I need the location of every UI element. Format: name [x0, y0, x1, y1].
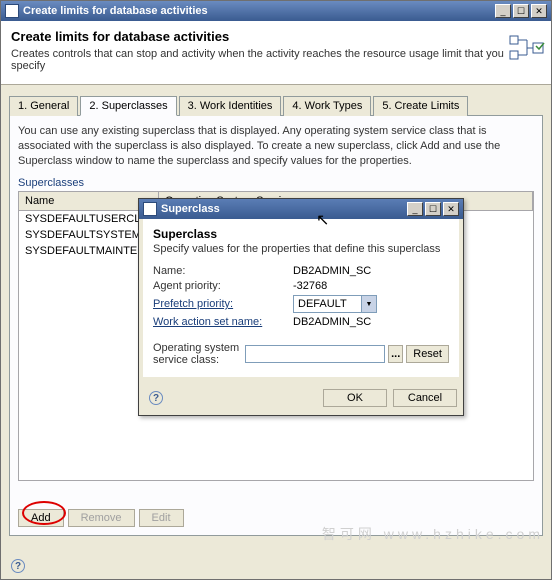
prefetch-priority-select[interactable]: DEFAULT — [293, 295, 377, 313]
dialog-close-button[interactable]: ✕ — [443, 202, 459, 216]
wizard-step-diagram-icon — [509, 33, 545, 63]
browse-button[interactable]: ... — [388, 345, 403, 363]
dialog-titlebar: Superclass _ ☐ ✕ — [139, 199, 463, 219]
cancel-button[interactable]: Cancel — [393, 389, 457, 407]
chevron-down-icon[interactable] — [361, 296, 376, 312]
tab-work-identities[interactable]: 3. Work Identities — [179, 96, 282, 116]
add-button[interactable]: Add — [18, 509, 64, 527]
app-icon — [5, 4, 19, 18]
minimize-button[interactable]: _ — [495, 4, 511, 18]
dialog-minimize-button[interactable]: _ — [407, 202, 423, 216]
dialog-heading: Superclass — [153, 227, 449, 241]
prefetch-priority-label[interactable]: Prefetch priority: — [153, 298, 293, 310]
window-title: Create limits for database activities — [23, 5, 495, 17]
row-os-service-class: Operating system service class: ... Rese… — [153, 342, 449, 366]
tabs: 1. General 2. Superclasses 3. Work Ident… — [9, 95, 543, 116]
window-controls: _ ☐ ✕ — [495, 4, 547, 18]
work-action-set-value: DB2ADMIN_SC — [293, 316, 371, 328]
superclass-dialog: Superclass _ ☐ ✕ Superclass Specify valu… — [138, 198, 464, 416]
wizard-header: Create limits for database activities Cr… — [1, 21, 551, 85]
tab-general[interactable]: 1. General — [9, 96, 78, 116]
titlebar: Create limits for database activities _ … — [1, 1, 551, 21]
dialog-help-icon[interactable]: ? — [149, 391, 163, 405]
agent-priority-value: -32768 — [293, 280, 327, 292]
close-button[interactable]: ✕ — [531, 4, 547, 18]
work-action-set-label[interactable]: Work action set name: — [153, 316, 293, 328]
dialog-maximize-button[interactable]: ☐ — [425, 202, 441, 216]
tab-create-limits[interactable]: 5. Create Limits — [373, 96, 468, 116]
dialog-body: Superclass Specify values for the proper… — [139, 219, 463, 381]
remove-button: Remove — [68, 509, 135, 527]
maximize-button[interactable]: ☐ — [513, 4, 529, 18]
page-title: Create limits for database activities — [11, 29, 541, 44]
row-name: Name: DB2ADMIN_SC — [153, 265, 449, 277]
dialog-buttons: ? OK Cancel — [139, 381, 463, 415]
row-agent-priority: Agent priority: -32768 — [153, 280, 449, 292]
dialog-subtitle: Specify values for the properties that d… — [153, 243, 449, 255]
tab-work-types[interactable]: 4. Work Types — [283, 96, 371, 116]
pane-description: You can use any existing superclass that… — [18, 124, 534, 169]
prefetch-priority-value: DEFAULT — [294, 298, 361, 310]
table-actions: Add Remove Edit — [18, 509, 184, 527]
name-label: Name: — [153, 265, 293, 277]
tab-superclasses[interactable]: 2. Superclasses — [80, 96, 176, 116]
row-prefetch-priority: Prefetch priority: DEFAULT — [153, 295, 449, 313]
reset-button[interactable]: Reset — [406, 345, 449, 363]
agent-priority-label: Agent priority: — [153, 280, 293, 292]
edit-button: Edit — [139, 509, 184, 527]
ok-button[interactable]: OK — [323, 389, 387, 407]
row-work-action-set: Work action set name: DB2ADMIN_SC — [153, 316, 449, 328]
name-value: DB2ADMIN_SC — [293, 265, 371, 277]
help-icon[interactable]: ? — [11, 559, 25, 573]
dialog-window-controls: _ ☐ ✕ — [407, 202, 459, 216]
os-service-class-label: Operating system service class: — [153, 342, 245, 366]
page-description: Creates controls that can stop and activ… — [11, 48, 541, 72]
section-label: Superclasses — [18, 177, 534, 189]
dialog-title: Superclass — [161, 203, 407, 215]
dialog-icon — [143, 202, 157, 216]
os-service-class-input[interactable] — [245, 345, 385, 363]
